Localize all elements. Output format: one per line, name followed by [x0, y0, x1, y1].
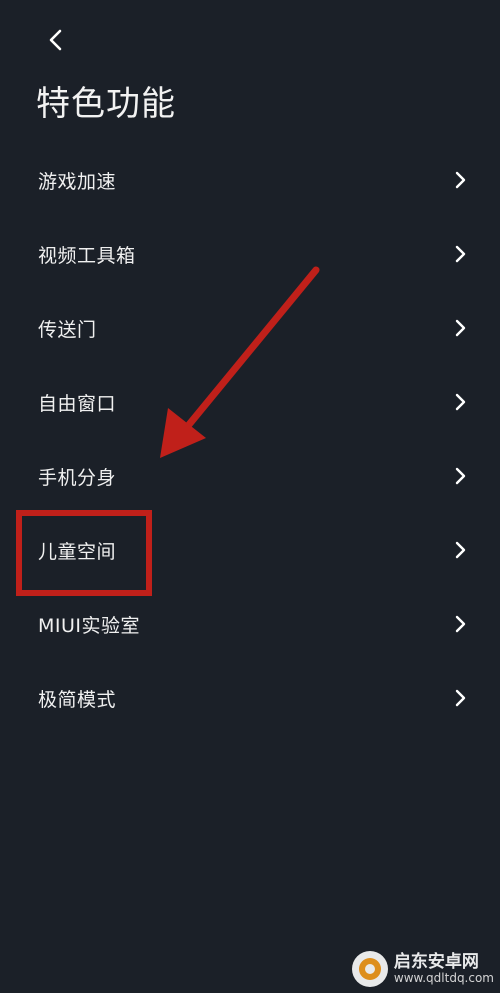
- watermark: 启东安卓网 www.qdltdq.com: [351, 951, 494, 987]
- menu-item-label: 儿童空间: [38, 540, 117, 563]
- chevron-right-icon: [450, 392, 470, 412]
- chevron-right-icon: [450, 614, 470, 634]
- chevron-right-icon: [450, 540, 470, 560]
- menu-item-label: MIUI实验室: [38, 614, 141, 637]
- menu-item-label: 自由窗口: [38, 392, 117, 415]
- menu-item-free-window[interactable]: 自由窗口: [0, 365, 500, 439]
- menu-item-miui-lab[interactable]: MIUI实验室: [0, 587, 500, 661]
- chevron-right-icon: [450, 244, 470, 264]
- watermark-logo-icon: [351, 951, 388, 987]
- menu-item-dual-apps[interactable]: 手机分身: [0, 439, 500, 513]
- page-title: 特色功能: [36, 84, 176, 124]
- back-button[interactable]: [36, 20, 76, 60]
- watermark-url: www.qdltdq.com: [393, 970, 494, 985]
- menu-item-game-turbo[interactable]: 游戏加速: [0, 143, 500, 217]
- menu-item-label: 游戏加速: [38, 170, 117, 193]
- menu-item-video-toolbox[interactable]: 视频工具箱: [0, 217, 500, 291]
- menu-item-label: 传送门: [38, 318, 97, 341]
- menu-item-portal[interactable]: 传送门: [0, 291, 500, 365]
- chevron-left-icon: [49, 29, 62, 51]
- menu-item-label: 极简模式: [38, 688, 117, 711]
- chevron-right-icon: [450, 466, 470, 486]
- menu-item-simple-mode[interactable]: 极简模式: [0, 661, 500, 735]
- watermark-title: 启东安卓网: [393, 951, 479, 972]
- feature-menu: 游戏加速 视频工具箱 传送门 自由窗口 手机分身 儿童空间 MIUI实验室 极简…: [0, 143, 500, 735]
- menu-item-label: 手机分身: [38, 466, 117, 489]
- chevron-right-icon: [450, 170, 470, 190]
- chevron-right-icon: [450, 318, 470, 338]
- chevron-right-icon: [450, 688, 470, 708]
- menu-item-kids-space[interactable]: 儿童空间: [0, 513, 500, 587]
- menu-item-label: 视频工具箱: [38, 244, 136, 267]
